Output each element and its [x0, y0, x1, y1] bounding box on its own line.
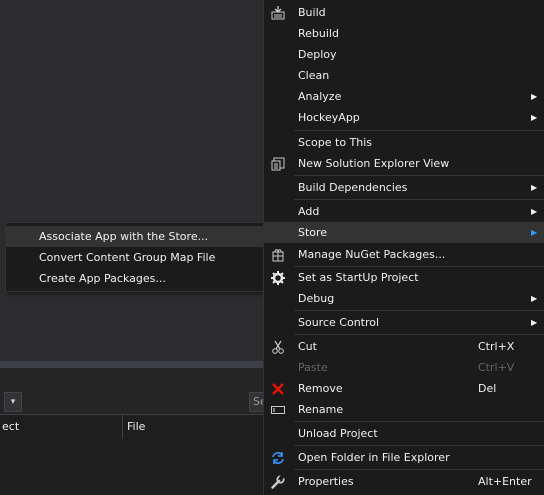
menu-item-convert-content-group-map[interactable]: Convert Content Group Map File	[6, 247, 264, 268]
menu-item-add[interactable]: Add ▶	[264, 201, 544, 222]
menu-item-label: Build Dependencies	[298, 181, 408, 194]
refresh-icon	[270, 450, 286, 466]
menu-item-label: Set as StartUp Project	[298, 271, 419, 284]
menu-item-debug[interactable]: Debug ▶	[264, 288, 544, 309]
shortcut-label: Del	[478, 382, 497, 395]
menu-separator	[294, 469, 544, 470]
menu-item-paste[interactable]: Paste Ctrl+V	[264, 357, 544, 378]
menu-item-deploy[interactable]: Deploy	[264, 44, 544, 65]
menu-item-properties[interactable]: Properties Alt+Enter	[264, 471, 544, 492]
submenu-arrow-icon: ▶	[531, 183, 538, 192]
shortcut-label: Alt+Enter	[478, 475, 532, 488]
editor-area	[0, 0, 263, 361]
menu-item-source-control[interactable]: Source Control ▶	[264, 312, 544, 333]
menu-item-create-app-packages[interactable]: Create App Packages...	[6, 268, 264, 289]
submenu-arrow-icon: ▶	[531, 294, 538, 303]
menu-item-label: Rebuild	[298, 27, 339, 40]
rename-icon	[270, 402, 286, 418]
menu-item-label: Manage NuGet Packages...	[298, 248, 446, 261]
submenu-arrow-icon: ▶	[531, 207, 538, 216]
grid-header: ect File	[0, 414, 263, 440]
menu-item-label: Paste	[298, 361, 328, 374]
menu-separator	[294, 310, 544, 311]
menu-item-build-dependencies[interactable]: Build Dependencies ▶	[264, 177, 544, 198]
menu-item-label: Add	[298, 205, 320, 218]
menu-item-clean[interactable]: Clean	[264, 65, 544, 86]
menu-item-set-startup[interactable]: Set as StartUp Project	[264, 267, 544, 288]
menu-item-label: New Solution Explorer View	[298, 157, 450, 170]
shortcut-label: Ctrl+X	[478, 340, 515, 353]
menu-separator	[294, 199, 544, 200]
menu-item-label: Unload Project	[298, 427, 378, 440]
menu-item-new-solution-explorer-view[interactable]: New Solution Explorer View	[264, 153, 544, 174]
menu-item-unload-project[interactable]: Unload Project	[264, 423, 544, 444]
menu-item-store[interactable]: Store ▶	[264, 222, 544, 243]
menu-item-rename[interactable]: Rename	[264, 399, 544, 420]
menu-item-hockeyapp[interactable]: HockeyApp ▶	[264, 107, 544, 128]
menu-item-label: Clean	[298, 69, 330, 82]
menu-item-scope-to-this[interactable]: Scope to This	[264, 132, 544, 153]
menu-item-label: Scope to This	[298, 136, 373, 149]
menu-item-label: Source Control	[298, 316, 380, 329]
menu-item-build[interactable]: Build	[264, 2, 544, 23]
wrench-icon	[270, 474, 286, 490]
menu-item-manage-nuget[interactable]: Manage NuGet Packages...	[264, 244, 544, 265]
gear-icon	[270, 270, 286, 286]
menu-item-label: Rename	[298, 403, 344, 416]
submenu-arrow-icon: ▶	[531, 113, 538, 122]
menu-item-label: Build	[298, 6, 326, 19]
submenu-arrow-icon: ▶	[531, 318, 538, 327]
menu-item-label: Analyze	[298, 90, 342, 103]
submenu-arrow-icon: ▶	[531, 92, 538, 101]
new-view-icon	[270, 156, 286, 172]
menu-item-label: Cut	[298, 340, 317, 353]
dropdown-button[interactable]: ▾	[4, 392, 22, 412]
panel-grip	[0, 368, 263, 386]
nuget-icon	[270, 247, 286, 263]
grid-body	[0, 439, 263, 495]
menu-item-label: Remove	[298, 382, 343, 395]
menu-item-label: Debug	[298, 292, 335, 305]
column-header-file[interactable]: File	[127, 415, 145, 439]
panel-splitter[interactable]	[0, 361, 263, 368]
menu-item-cut[interactable]: Cut Ctrl+X	[264, 336, 544, 357]
column-divider[interactable]	[122, 415, 123, 439]
menu-separator	[294, 445, 544, 446]
remove-icon	[270, 381, 286, 397]
menu-separator	[294, 334, 544, 335]
menu-item-label: Store	[298, 226, 328, 239]
project-context-menu: Build Rebuild Deploy Clean Analyze ▶ Hoc…	[263, 0, 544, 495]
menu-item-rebuild[interactable]: Rebuild	[264, 23, 544, 44]
menu-separator	[294, 130, 544, 131]
menu-item-remove[interactable]: Remove Del	[264, 378, 544, 399]
menu-item-label: Deploy	[298, 48, 337, 61]
shortcut-label: Ctrl+V	[478, 361, 515, 374]
build-icon	[270, 5, 286, 21]
menu-item-label: Open Folder in File Explorer	[298, 451, 450, 464]
menu-item-associate-app[interactable]: Associate App with the Store...	[6, 226, 264, 247]
menu-separator	[294, 421, 544, 422]
menu-item-open-folder[interactable]: Open Folder in File Explorer	[264, 447, 544, 468]
column-header-project[interactable]: ect	[2, 415, 19, 439]
menu-separator	[294, 175, 544, 176]
submenu-arrow-icon: ▶	[531, 228, 538, 237]
menu-item-label: Properties	[298, 475, 354, 488]
panel-toolbar	[0, 386, 263, 414]
store-submenu: Associate App with the Store... Convert …	[5, 222, 265, 292]
menu-item-label: HockeyApp	[298, 111, 360, 124]
cut-icon	[270, 339, 286, 355]
chevron-down-icon: ▾	[10, 397, 16, 407]
menu-item-analyze[interactable]: Analyze ▶	[264, 86, 544, 107]
